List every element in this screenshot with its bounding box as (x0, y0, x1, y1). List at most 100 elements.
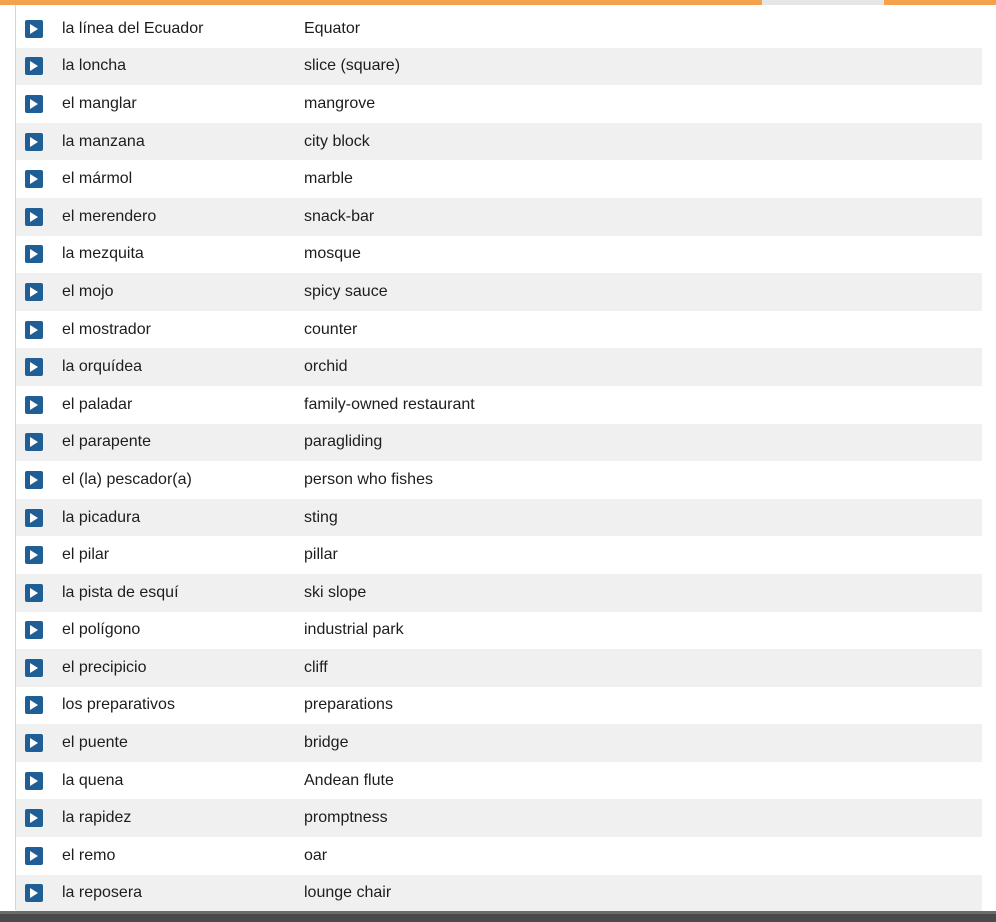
vocab-row: el (la) pescador(a) person who fishes (16, 461, 982, 499)
play-audio-button[interactable] (25, 170, 43, 189)
play-audio-button[interactable] (25, 207, 43, 226)
play-audio-button[interactable] (25, 583, 43, 602)
vocab-definition: bridge (304, 734, 349, 752)
vocab-term: la manzana (62, 132, 145, 150)
play-icon (30, 399, 38, 410)
play-icon (30, 249, 38, 260)
play-audio-button[interactable] (25, 884, 43, 903)
play-icon (30, 888, 38, 899)
play-icon (30, 362, 38, 373)
vocab-term: el precipicio (62, 658, 147, 676)
play-icon (30, 625, 38, 636)
vocab-term: el parapente (62, 433, 151, 451)
vocab-row: la loncha slice (square) (16, 47, 982, 86)
play-icon (30, 550, 38, 561)
vocab-definition: mangrove (304, 94, 376, 112)
bottom-edge-highlight (0, 911, 996, 914)
play-audio-button[interactable] (25, 771, 43, 790)
bottom-scroll-edge (0, 911, 996, 922)
play-icon (30, 512, 38, 523)
vocab-term: el pilar (62, 546, 110, 564)
play-audio-button[interactable] (25, 621, 43, 640)
play-audio-button[interactable] (25, 696, 43, 715)
vocab-term: el mostrador (62, 320, 151, 338)
vocab-row: la quena Andean flute (16, 762, 982, 800)
play-audio-button[interactable] (25, 320, 43, 339)
vocab-row: el mármol marble (16, 160, 982, 198)
play-audio-button[interactable] (25, 132, 43, 151)
vocab-term: la orquídea (62, 358, 143, 376)
play-audio-button[interactable] (25, 358, 43, 377)
play-audio-button[interactable] (25, 470, 43, 489)
vocab-row: la picadura sting (16, 498, 982, 537)
vocab-term: la pista de esquí (62, 583, 179, 601)
play-audio-button[interactable] (25, 57, 43, 76)
play-icon (30, 775, 38, 786)
vocab-definition: lounge chair (304, 884, 392, 902)
vocab-term: la línea del Ecuador (62, 19, 204, 37)
play-audio-button[interactable] (25, 734, 43, 753)
vocab-definition: ski slope (304, 583, 367, 601)
play-audio-button[interactable] (25, 395, 43, 414)
play-icon (30, 738, 38, 749)
vocab-row: la manzana city block (16, 122, 982, 161)
vocab-row: la mezquita mosque (16, 236, 982, 274)
play-audio-button[interactable] (25, 94, 43, 113)
vocab-term: el remo (62, 846, 116, 864)
play-icon (30, 174, 38, 185)
vocab-definition: Andean flute (304, 771, 394, 789)
play-audio-button[interactable] (25, 546, 43, 565)
play-icon (30, 324, 38, 335)
vocab-definition: sting (304, 508, 338, 526)
vocab-definition: counter (304, 320, 358, 338)
vocab-row: la línea del Ecuador Equator (16, 10, 982, 48)
vocab-definition: pillar (304, 546, 338, 564)
vocab-definition: spicy sauce (304, 282, 388, 300)
vocab-term: el mármol (62, 170, 133, 188)
play-icon (30, 700, 38, 711)
vocab-definition: preparations (304, 696, 393, 714)
vocab-term: el merendero (62, 207, 157, 225)
play-audio-button[interactable] (25, 433, 43, 452)
play-audio-button[interactable] (25, 658, 43, 677)
vocab-definition: family-owned restaurant (304, 395, 475, 413)
vocab-row: el mojo spicy sauce (16, 273, 982, 311)
play-icon (30, 813, 38, 824)
vocab-definition: mosque (304, 245, 361, 263)
vocab-definition: cliff (304, 658, 328, 676)
vocab-term: el paladar (62, 395, 133, 413)
vocab-term: el puente (62, 734, 128, 752)
vocab-term: la quena (62, 771, 124, 789)
vocabulary-list: la línea del Ecuador Equator la loncha slic… (16, 10, 982, 913)
progress-accent-bar (0, 0, 996, 5)
vocab-definition: city block (304, 132, 370, 150)
play-icon (30, 98, 38, 109)
play-icon (30, 136, 38, 147)
play-audio-button[interactable] (25, 19, 43, 38)
vocab-row: el paladar family-owned restaurant (16, 386, 982, 424)
play-audio-button[interactable] (25, 846, 43, 865)
vocab-term: la mezquita (62, 245, 144, 263)
vocab-definition: industrial park (304, 621, 404, 639)
play-icon (30, 23, 38, 34)
vocab-row: el manglar mangrove (16, 85, 982, 123)
vocab-row: el remo oar (16, 837, 982, 875)
accent-bar-gap (762, 0, 884, 5)
vocab-definition: slice (square) (304, 57, 401, 75)
play-icon (30, 474, 38, 485)
vocab-term: el (la) pescador(a) (62, 470, 192, 488)
play-icon (30, 211, 38, 222)
play-icon (30, 850, 38, 861)
vocab-row: la reposera lounge chair (16, 874, 982, 913)
play-icon (30, 662, 38, 673)
vocab-row: el mostrador counter (16, 311, 982, 349)
play-audio-button[interactable] (25, 245, 43, 264)
play-audio-button[interactable] (25, 809, 43, 828)
play-audio-button[interactable] (25, 282, 43, 301)
play-audio-button[interactable] (25, 508, 43, 527)
vocabulary-page: la línea del Ecuador Equator la loncha slic… (0, 0, 996, 922)
vocab-definition: orchid (304, 358, 348, 376)
vocab-term: la picadura (62, 508, 141, 526)
vocab-term: el polígono (62, 621, 141, 639)
play-icon (30, 61, 38, 72)
